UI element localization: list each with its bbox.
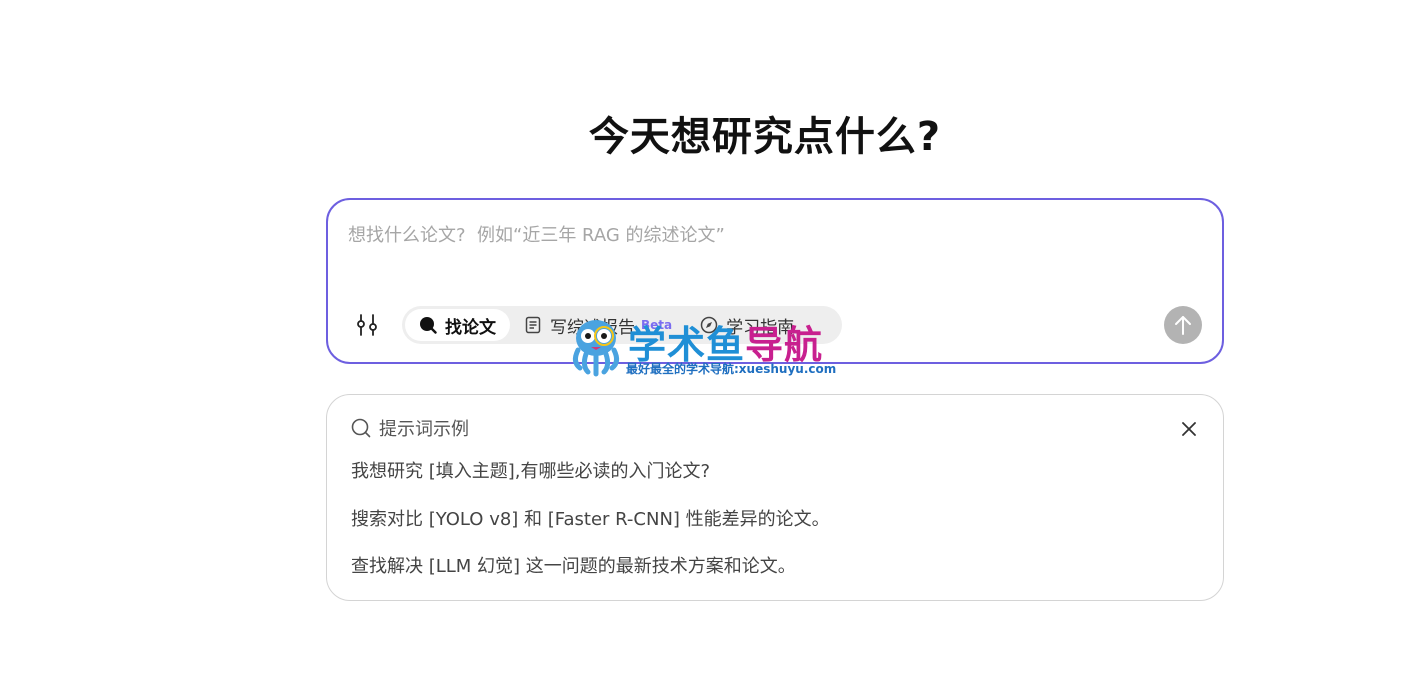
prompt-examples-header: 提示词示例 bbox=[351, 415, 469, 441]
page-title: 今天想研究点什么? bbox=[588, 114, 942, 160]
search-icon bbox=[351, 418, 371, 438]
octopus-mascot-icon bbox=[572, 320, 620, 377]
document-icon bbox=[525, 316, 541, 334]
mode-find-papers[interactable]: 找论文 bbox=[405, 309, 510, 341]
prompt-examples-title: 提示词示例 bbox=[379, 419, 469, 440]
page: 今天想研究点什么? 找论文 bbox=[0, 0, 1417, 691]
filter-button[interactable] bbox=[352, 310, 382, 340]
watermark-logo: 学术鱼导航 最好最全的学术导航:xueshuyu.com bbox=[564, 312, 856, 380]
sliders-icon bbox=[357, 314, 377, 336]
search-filled-icon bbox=[420, 317, 437, 334]
prompt-example-item[interactable]: 搜索对比 [YOLO v8] 和 [Faster R-CNN] 性能差异的论文。 bbox=[351, 505, 830, 531]
prompt-example-item[interactable]: 我想研究 [填入主题],有哪些必读的入门论文? bbox=[351, 457, 710, 483]
arrow-up-icon bbox=[1175, 316, 1191, 335]
mode-label: 找论文 bbox=[445, 317, 496, 338]
search-input[interactable] bbox=[348, 220, 1188, 250]
close-button[interactable] bbox=[1177, 417, 1201, 441]
close-icon bbox=[1182, 422, 1196, 436]
prompt-example-item[interactable]: 查找解决 [LLM 幻觉] 这一问题的最新技术方案和论文。 bbox=[351, 552, 796, 578]
watermark-subtitle: 最好最全的学术导航:xueshuyu.com bbox=[626, 362, 837, 376]
send-button[interactable] bbox=[1164, 306, 1202, 344]
prompt-examples-panel: 提示词示例 我想研究 [填入主题],有哪些必读的入门论文? 搜索对比 [YOLO… bbox=[326, 394, 1224, 601]
